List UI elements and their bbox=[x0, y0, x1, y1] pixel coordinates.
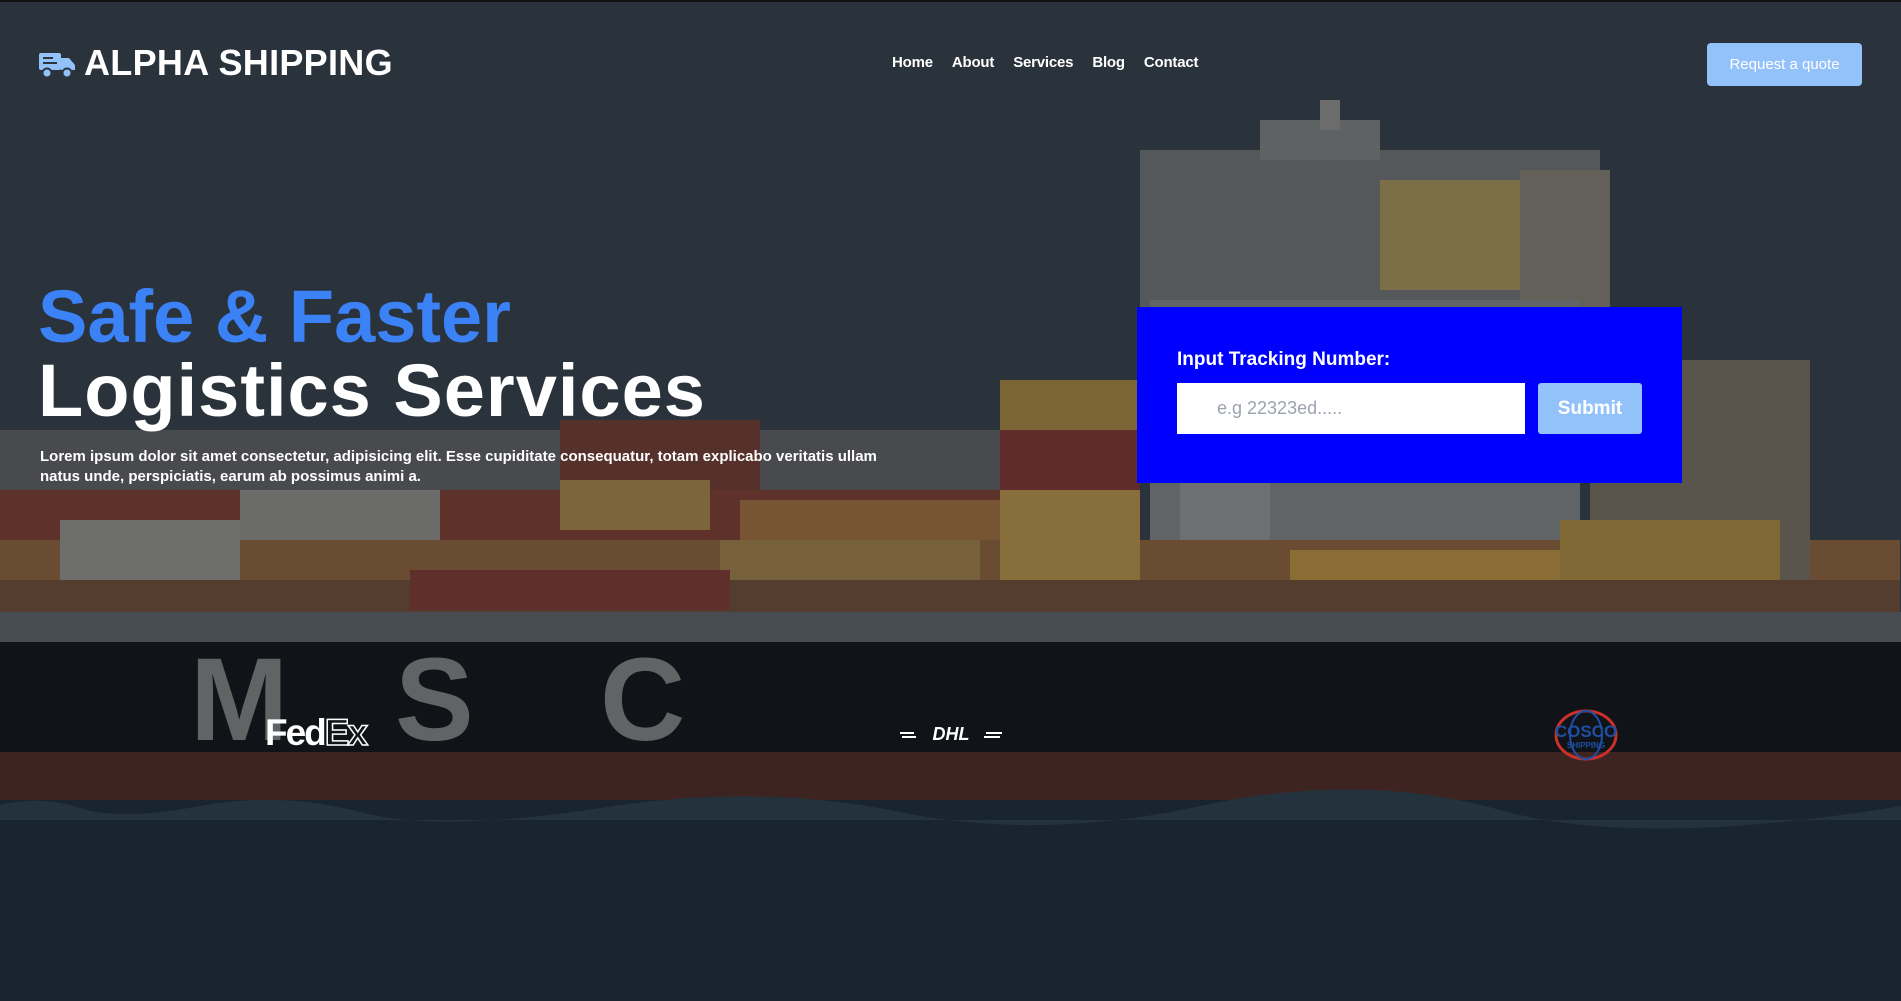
nav-services[interactable]: Services bbox=[1013, 54, 1073, 71]
svg-text:DHL: DHL bbox=[933, 724, 970, 744]
brand-name: ALPHA SHIPPING bbox=[84, 42, 393, 83]
nav-blog[interactable]: Blog bbox=[1092, 54, 1125, 71]
tracking-label: Input Tracking Number: bbox=[1177, 349, 1391, 370]
dhl-logo: DHL bbox=[900, 724, 1002, 744]
hero-background: M S C bbox=[0, 0, 1901, 1001]
dark-overlay bbox=[0, 0, 1901, 1001]
headline-main: Logistics Services bbox=[38, 349, 706, 432]
fedex-ex-text: Ex bbox=[324, 711, 369, 754]
nav-home[interactable]: Home bbox=[892, 54, 933, 71]
request-quote-button[interactable]: Request a quote bbox=[1707, 43, 1862, 86]
svg-text:COSCO: COSCO bbox=[1555, 722, 1617, 741]
hero-description: Lorem ipsum dolor sit amet consectetur, … bbox=[40, 448, 877, 485]
nav-about[interactable]: About bbox=[952, 54, 995, 71]
top-border bbox=[0, 0, 1901, 2]
main-nav: Home About Services Blog Contact bbox=[892, 54, 1198, 71]
svg-text:SHIPPING: SHIPPING bbox=[1567, 741, 1605, 750]
tracking-panel: Input Tracking Number: Submit bbox=[1137, 307, 1682, 483]
fedex-logo: FedEx bbox=[265, 711, 369, 754]
tracking-number-input[interactable] bbox=[1177, 383, 1525, 434]
truck-icon bbox=[39, 53, 75, 79]
nav-contact[interactable]: Contact bbox=[1144, 54, 1199, 71]
headline-accent: Safe & Faster bbox=[38, 275, 511, 358]
cosco-shipping-logo: COSCO SHIPPING bbox=[1554, 709, 1618, 761]
brand-logo[interactable]: ALPHA SHIPPING bbox=[38, 42, 393, 84]
fedex-fed-text: Fed bbox=[265, 712, 327, 753]
submit-button[interactable]: Submit bbox=[1538, 383, 1642, 434]
